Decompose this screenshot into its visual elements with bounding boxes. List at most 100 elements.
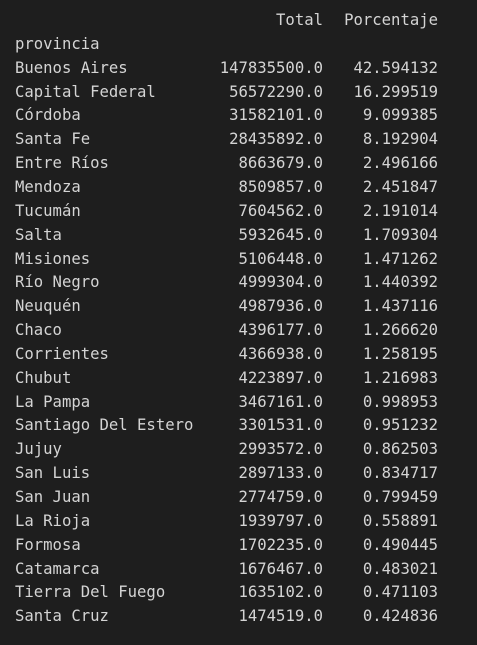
row-porcentaje: 0.471103 [362, 583, 438, 602]
table-row: Santiago Del Estero 3301531.0 0.951232 [0, 414, 477, 438]
row-provincia: San Luis [15, 464, 91, 483]
row-total: 5932645.0 [238, 225, 324, 244]
row-total: 2993572.0 [238, 440, 324, 459]
table-row: San Luis 2897133.0 0.834717 [0, 462, 477, 486]
row-total: 1702235.0 [238, 535, 324, 554]
row-porcentaje: 0.799459 [362, 488, 438, 506]
table-row: Entre Ríos 8663679.0 2.496166 [0, 152, 477, 176]
row-provincia: La Pampa [15, 392, 91, 411]
row-provincia: San Juan [15, 488, 91, 506]
table-row: La Rioja 1939797.0 0.558891 [0, 510, 477, 534]
row-provincia: Córdoba [15, 106, 81, 125]
table-row: Chubut 4223897.0 1.216983 [0, 367, 477, 391]
row-total: 4987936.0 [238, 297, 324, 316]
row-porcentaje: 2.191014 [362, 201, 438, 220]
row-porcentaje: 0.998953 [362, 392, 438, 411]
row-total: 4999304.0 [238, 273, 324, 292]
row-total: 5106448.0 [238, 249, 324, 268]
row-provincia: Mendoza [15, 177, 81, 196]
row-provincia: Misiones [15, 249, 91, 268]
table-row: Mendoza 8509857.0 2.451847 [0, 176, 477, 200]
table-row: Neuquén 4987936.0 1.437116 [0, 295, 477, 319]
row-total: 3301531.0 [238, 416, 324, 435]
row-provincia: La Rioja [15, 511, 91, 530]
row-porcentaje: 0.558891 [362, 511, 438, 530]
row-total: 56572290.0 [229, 82, 323, 101]
row-provincia: Chubut [15, 368, 72, 387]
table-row: Formosa 1702235.0 0.490445 [0, 534, 477, 558]
table-row: Buenos Aires 147835500.0 42.594132 [0, 57, 477, 81]
row-total: 1676467.0 [238, 559, 324, 578]
table-row: Chaco 4396177.0 1.266620 [0, 319, 477, 343]
row-porcentaje: 1.258195 [362, 344, 438, 363]
row-provincia: Santa Cruz [15, 607, 109, 626]
row-total: 2897133.0 [238, 464, 324, 483]
row-porcentaje: 2.496166 [362, 154, 438, 173]
row-porcentaje: 0.483021 [362, 559, 438, 578]
row-total: 2774759.0 [238, 488, 324, 506]
row-porcentaje: 1.440392 [362, 273, 438, 292]
row-total: 3467161.0 [238, 392, 324, 411]
row-total: 31582101.0 [229, 106, 323, 125]
table-row: La Pampa 3467161.0 0.998953 [0, 391, 477, 415]
table-row: Capital Federal 56572290.0 16.299519 [0, 81, 477, 105]
row-total: 1474519.0 [238, 607, 324, 626]
row-porcentaje: 1.437116 [362, 297, 438, 316]
row-total: 147835500.0 [219, 58, 323, 77]
row-porcentaje: 1.709304 [362, 225, 438, 244]
index-header-row: provincia [0, 33, 477, 57]
index-name-label: provincia [15, 34, 100, 53]
row-porcentaje: 16.299519 [353, 82, 439, 101]
row-porcentaje: 0.490445 [362, 535, 438, 554]
row-porcentaje: 2.451847 [362, 177, 438, 196]
row-porcentaje: 1.266620 [362, 321, 438, 340]
table-row: Tierra Del Fuego 1635102.0 0.471103 [0, 581, 477, 605]
row-provincia: Neuquén [15, 297, 81, 316]
table-row: Salta 5932645.0 1.709304 [0, 224, 477, 248]
row-total: 4223897.0 [238, 368, 324, 387]
row-provincia: Catamarca [15, 559, 100, 578]
column-header-total: Total [276, 11, 323, 29]
row-total: 7604562.0 [238, 201, 324, 220]
table-row: Catamarca 1676467.0 0.483021 [0, 558, 477, 582]
row-porcentaje: 1.216983 [362, 368, 438, 387]
table-row: Santa Fe 28435892.0 8.192904 [0, 128, 477, 152]
table-row: Río Negro 4999304.0 1.440392 [0, 271, 477, 295]
row-porcentaje: 0.862503 [362, 440, 438, 459]
table-row: Jujuy 2993572.0 0.862503 [0, 438, 477, 462]
row-provincia: Chaco [15, 321, 62, 340]
row-provincia: Salta [15, 225, 62, 244]
row-provincia: Jujuy [15, 440, 62, 459]
row-total: 28435892.0 [229, 130, 323, 149]
table-row: Misiones 5106448.0 1.471262 [0, 248, 477, 272]
row-total: 4366938.0 [238, 344, 324, 363]
table-row: Córdoba 31582101.0 9.099385 [0, 104, 477, 128]
row-total: 1939797.0 [238, 511, 324, 530]
table-row: Tucumán 7604562.0 2.191014 [0, 200, 477, 224]
row-provincia: Entre Ríos [15, 154, 109, 173]
row-provincia: Tierra Del Fuego [15, 583, 166, 602]
row-total: 4396177.0 [238, 321, 324, 340]
row-porcentaje: 1.471262 [362, 249, 438, 268]
row-total: 1635102.0 [238, 583, 324, 602]
row-provincia: Río Negro [15, 273, 100, 292]
row-provincia: Santiago Del Estero [15, 416, 194, 435]
row-porcentaje: 0.834717 [362, 464, 438, 483]
row-porcentaje: 9.099385 [362, 106, 438, 125]
row-total: 8663679.0 [238, 154, 324, 173]
row-provincia: Formosa [15, 535, 81, 554]
table-row: San Juan 2774759.0 0.799459 [0, 486, 477, 510]
row-porcentaje: 0.424836 [362, 607, 438, 626]
column-header-porcentaje: Porcentaje [344, 11, 438, 29]
row-provincia: Buenos Aires [15, 58, 128, 77]
row-porcentaje: 42.594132 [353, 58, 439, 77]
row-provincia: Santa Fe [15, 130, 91, 149]
row-porcentaje: 8.192904 [362, 130, 438, 149]
table-row: Corrientes 4366938.0 1.258195 [0, 343, 477, 367]
column-header-row: Total Porcentaje [0, 9, 477, 33]
row-total: 8509857.0 [238, 177, 324, 196]
row-provincia: Corrientes [15, 344, 109, 363]
row-porcentaje: 0.951232 [362, 416, 438, 435]
row-provincia: Tucumán [15, 201, 81, 220]
table-row: Santa Cruz 1474519.0 0.424836 [0, 605, 477, 629]
